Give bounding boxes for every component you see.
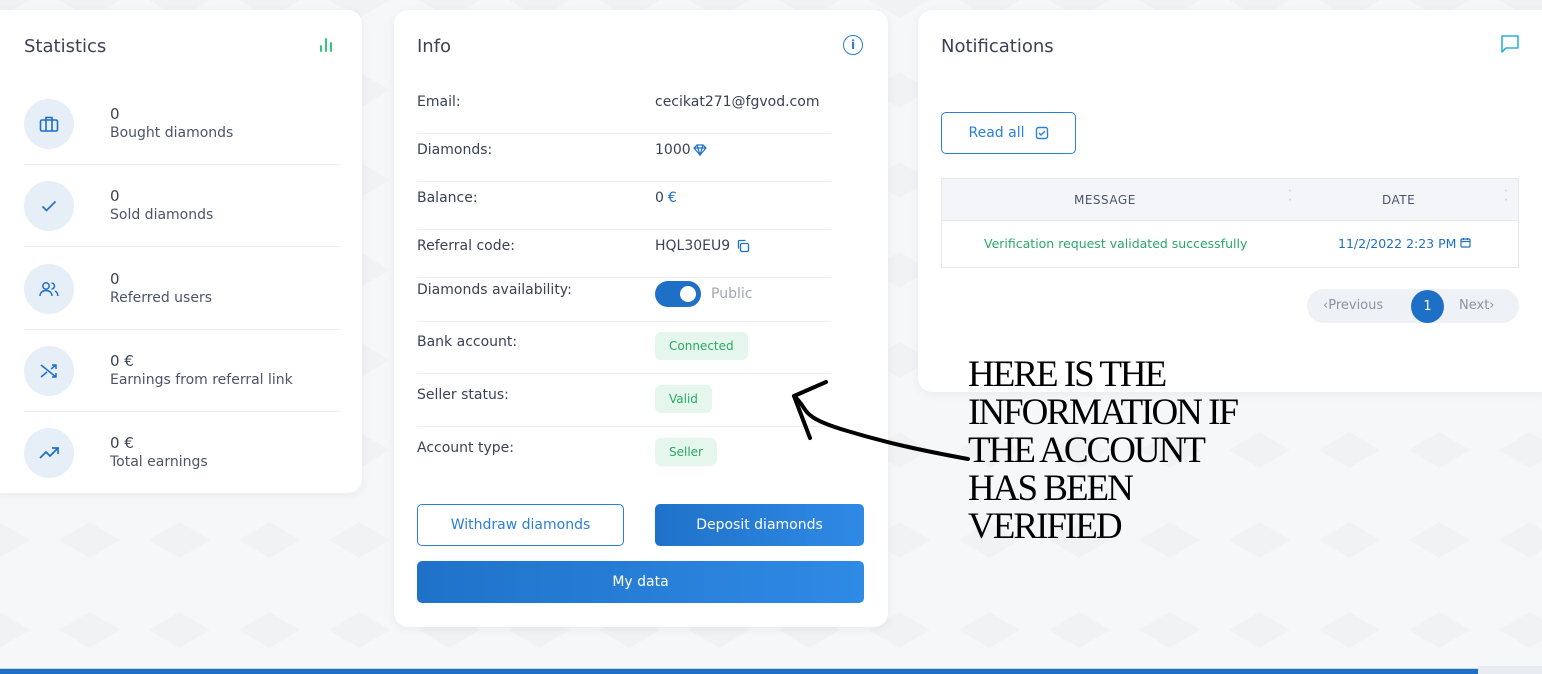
stat-value: 0 <box>110 187 120 205</box>
account-type-badge: Seller <box>655 438 717 466</box>
read-all-button[interactable]: Read all <box>941 112 1076 154</box>
info-label: Diamonds availability: <box>417 282 572 298</box>
pagination-next[interactable]: Next› <box>1459 298 1495 313</box>
balance-value: 0 <box>655 190 664 206</box>
info-label: Account type: <box>417 440 514 456</box>
deposit-diamonds-button[interactable]: Deposit diamonds <box>655 504 864 546</box>
statistics-title: Statistics <box>24 36 107 57</box>
info-icon[interactable]: i <box>843 35 863 55</box>
pagination-previous[interactable]: ‹Previous <box>1323 298 1383 313</box>
info-card: Info i Email: cecikat271@fgvod.com Diamo… <box>394 10 888 627</box>
pagination-page-current[interactable]: 1 <box>1411 290 1444 323</box>
notifications-title: Notifications <box>941 36 1054 57</box>
info-row-balance: Balance: 0 € <box>417 178 831 230</box>
checkbox-icon <box>1035 126 1048 140</box>
stat-referral-earnings: 0 € Earnings from referral link <box>24 330 340 412</box>
statistics-card: Statistics 0 Bought diamonds 0 Sold diam… <box>0 10 362 493</box>
column-header-message[interactable]: MESSAGE <box>1074 193 1136 207</box>
info-row-seller: Seller status: Valid <box>417 375 831 427</box>
annotation-line: HAS BEEN <box>968 468 1134 509</box>
info-label: Diamonds: <box>417 142 493 158</box>
info-label: Balance: <box>417 190 478 206</box>
bar-chart-icon <box>320 36 334 52</box>
annotation-line: INFORMATION IF <box>968 392 1239 433</box>
annotation-line: THE ACCOUNT <box>968 430 1206 471</box>
stat-value: 0 € <box>110 352 134 370</box>
annotation-text: HERE IS THE INFORMATION IF THE ACCOUNT H… <box>968 356 1388 546</box>
diamonds-value: 1000 <box>655 142 691 158</box>
my-data-button[interactable]: My data <box>417 561 864 603</box>
table-row[interactable]: Verification request validated successfu… <box>942 221 1518 267</box>
stat-referred-users: 0 Referred users <box>24 248 340 330</box>
stat-label: Earnings from referral link <box>110 372 293 388</box>
notification-message: Verification request validated successfu… <box>984 236 1248 251</box>
diamonds-value-wrap: 1000 <box>655 142 707 158</box>
notifications-card: Notifications Read all MESSAGE ˄ ˅ DATE ˄… <box>918 10 1542 392</box>
info-row-diamonds: Diamonds: 1000 <box>417 130 831 182</box>
stat-value: 0 <box>110 270 120 288</box>
info-label: Bank account: <box>417 334 518 350</box>
seller-status-badge: Valid <box>655 385 712 413</box>
chat-icon[interactable] <box>1500 34 1520 54</box>
info-row-availability: Diamonds availability: Public <box>417 270 831 322</box>
bottom-bar-end <box>1478 666 1542 674</box>
info-row-account-type: Account type: Seller <box>417 428 831 480</box>
info-row-email: Email: cecikat271@fgvod.com <box>417 82 831 134</box>
bottom-bar <box>0 668 1478 674</box>
info-label: Seller status: <box>417 387 509 403</box>
stat-sold-diamonds: 0 Sold diamonds <box>24 165 340 247</box>
stat-label: Referred users <box>110 290 212 306</box>
stat-label: Sold diamonds <box>110 207 214 223</box>
info-label: Referral code: <box>417 238 515 254</box>
annotation-arrow <box>792 380 970 461</box>
check-icon <box>24 180 74 231</box>
stat-value: 0 € <box>110 434 134 452</box>
trending-up-icon <box>24 428 74 478</box>
sort-icon[interactable]: ˄ ˅ <box>1288 189 1292 207</box>
stat-bought-diamonds: 0 Bought diamonds <box>24 83 340 165</box>
notification-date: 11/2/2022 2:23 PM <box>1338 236 1457 251</box>
diamond-icon <box>692 144 707 156</box>
availability-wrap: Public <box>655 281 752 307</box>
sort-icon[interactable]: ˄ ˅ <box>1504 189 1508 207</box>
availability-value: Public <box>711 286 753 302</box>
email-value: cecikat271@fgvod.com <box>655 94 820 110</box>
annotation-line: HERE IS THE <box>968 354 1167 395</box>
balance-value-wrap: 0 € <box>655 190 677 206</box>
stat-value: 0 <box>110 105 120 123</box>
referral-value-wrap: HQL30EU9 <box>655 238 750 254</box>
notification-date-wrap: 11/2/2022 2:23 PM <box>1338 236 1472 251</box>
stat-total-earnings: 0 € Total earnings <box>24 412 340 494</box>
shuffle-icon <box>24 345 74 396</box>
withdraw-diamonds-button[interactable]: Withdraw diamonds <box>417 504 624 546</box>
referral-code: HQL30EU9 <box>655 238 731 254</box>
info-row-bank: Bank account: Connected <box>417 322 831 374</box>
bag-icon <box>24 98 74 149</box>
availability-toggle[interactable] <box>655 281 701 307</box>
users-icon <box>24 263 74 314</box>
currency-symbol: € <box>667 190 677 206</box>
column-header-date[interactable]: DATE <box>1382 193 1415 207</box>
pagination: ‹Previous 1 Next› <box>1307 289 1519 323</box>
stat-label: Bought diamonds <box>110 125 234 141</box>
annotation-line: VERIFIED <box>968 506 1123 547</box>
info-title: Info <box>417 36 452 57</box>
read-all-label: Read all <box>968 125 1025 141</box>
stat-label: Total earnings <box>110 454 208 470</box>
info-label: Email: <box>417 94 461 110</box>
table-header: MESSAGE ˄ ˅ DATE ˄ ˅ <box>942 179 1518 221</box>
notifications-table: MESSAGE ˄ ˅ DATE ˄ ˅ Verification request … <box>941 178 1519 268</box>
copy-icon[interactable] <box>736 239 750 253</box>
calendar-icon <box>1460 238 1472 248</box>
bank-status-badge: Connected <box>655 332 748 360</box>
